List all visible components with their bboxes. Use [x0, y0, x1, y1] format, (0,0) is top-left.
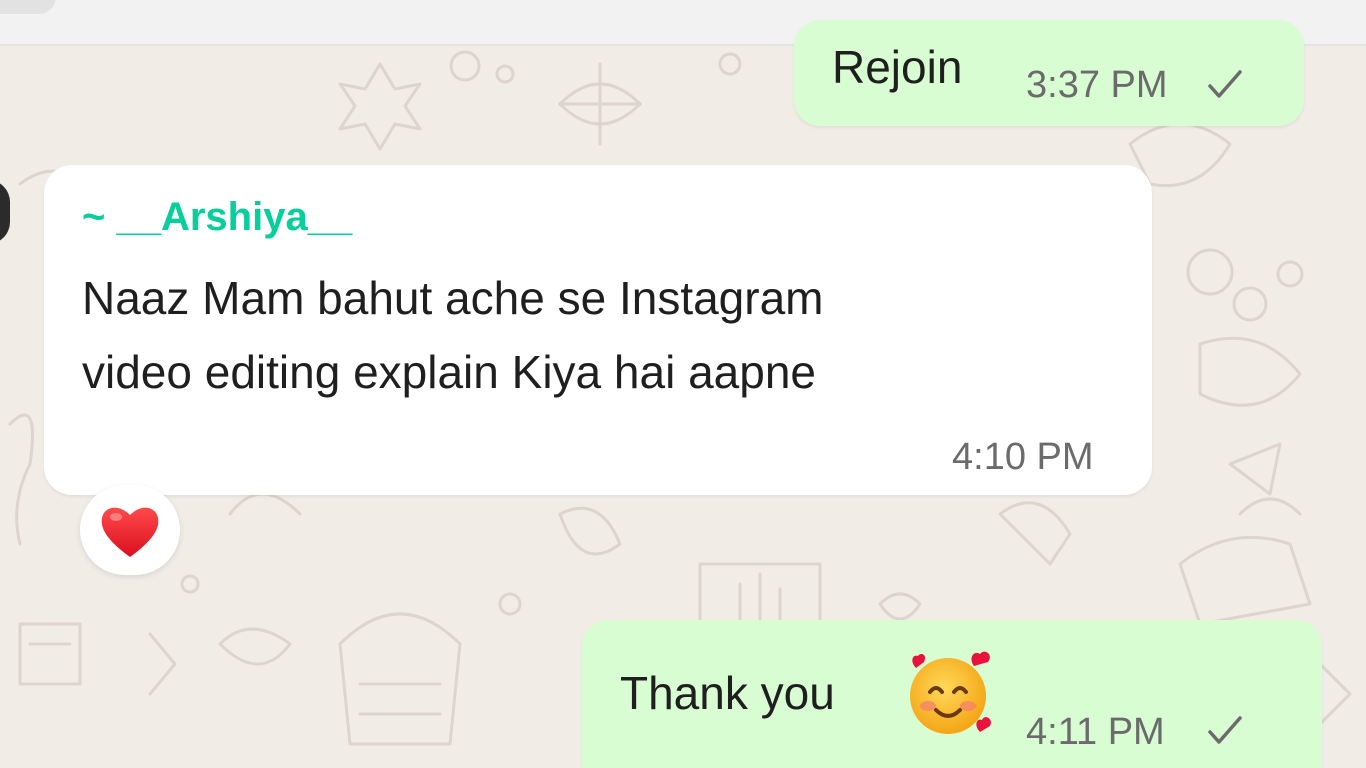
header-pill: [0, 0, 56, 14]
avatar[interactable]: [0, 180, 10, 244]
smiling-face-with-hearts-icon: [904, 648, 996, 740]
message-time: 3:37 PM: [1026, 64, 1168, 106]
sender-name[interactable]: ~ __Arshiya__: [82, 195, 352, 240]
single-check-icon: [1206, 714, 1244, 748]
redacted-phone-number: [644, 189, 1104, 259]
message-time: 4:11 PM: [1026, 711, 1165, 753]
incoming-message-arshiya[interactable]: ~ __Arshiya__ Naaz Mam bahut ache se Ins…: [44, 165, 1152, 495]
message-text: Rejoin: [832, 41, 963, 93]
message-text: Thank you: [620, 667, 835, 719]
message-reaction[interactable]: [80, 485, 180, 575]
red-heart-icon: [98, 501, 162, 561]
message-text-line-1: Naaz Mam bahut ache se Instagram: [82, 272, 824, 324]
message-text-line-2: video editing explain Kiya hai aapne: [82, 346, 816, 398]
message-time: 4:10 PM: [952, 436, 1094, 478]
single-check-icon: [1206, 68, 1244, 102]
outgoing-message-rejoin[interactable]: Rejoin 3:37 PM: [794, 20, 1304, 126]
outgoing-message-thank-you[interactable]: Thank you 4:11 PM: [582, 620, 1322, 768]
chat-screen: Rejoin 3:37 PM ~ __Arshiya__ Naaz Mam ba…: [0, 0, 1366, 768]
